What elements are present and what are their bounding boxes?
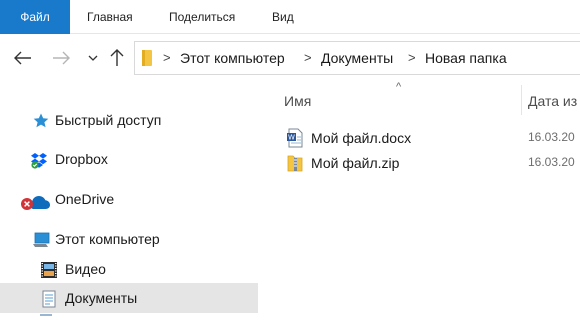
sort-ascending-icon: ^ (396, 81, 402, 93)
sidebar-item-label: Документы (65, 290, 138, 306)
column-header-date[interactable]: Дата из (528, 93, 577, 109)
column-headers: ^ Имя Дата из (258, 81, 580, 119)
star-icon (33, 113, 49, 128)
file-name[interactable]: Мой файл.zip (311, 155, 399, 171)
sidebar-item-label: OneDrive (55, 191, 115, 207)
folder-icon (142, 50, 152, 66)
file-date: 16.03.20 (528, 155, 575, 169)
navigation-pane: Быстрый доступ Dropbox OneDrive Этот ком… (0, 81, 258, 320)
sidebar-item-partial (40, 314, 52, 320)
chevron-down-icon (88, 55, 98, 61)
navigation-bar: > Этот компьютер > Документы > Новая пап… (0, 35, 580, 81)
sidebar-item-label: Видео (65, 261, 106, 277)
svg-text:W: W (288, 134, 295, 142)
sidebar-item-label: Dropbox (55, 151, 108, 167)
onedrive-cloud-error-icon (21, 196, 50, 210)
sidebar-item-quick-access[interactable]: Быстрый доступ (0, 105, 258, 135)
back-button[interactable] (10, 45, 36, 71)
computer-icon (33, 232, 50, 247)
documents-folder-icon (42, 290, 56, 308)
sidebar-item-video[interactable]: Видео (0, 254, 258, 284)
arrow-right-icon (53, 51, 70, 65)
sidebar-item-label: Этот компьютер (55, 231, 160, 247)
sidebar-item-this-pc[interactable]: Этот компьютер (0, 224, 258, 254)
recent-locations-button[interactable] (84, 45, 102, 71)
forward-button[interactable] (48, 45, 74, 71)
tab-share[interactable]: Поделиться (169, 0, 235, 34)
column-header-name[interactable]: Имя (284, 93, 311, 109)
breadcrumb-this-pc[interactable]: Этот компьютер (180, 50, 285, 66)
zip-file-icon (287, 155, 303, 172)
breadcrumb-separator[interactable]: > (304, 50, 312, 65)
breadcrumb-separator[interactable]: > (408, 50, 416, 65)
column-divider[interactable] (521, 85, 522, 115)
video-folder-icon (41, 262, 57, 278)
file-name[interactable]: Мой файл.docx (311, 130, 411, 146)
breadcrumb-documents[interactable]: Документы (321, 50, 393, 66)
tab-file[interactable]: Файл (0, 0, 70, 34)
breadcrumb-separator[interactable]: > (163, 50, 171, 65)
arrow-up-icon (110, 49, 124, 66)
ribbon-tabs: Файл Главная Поделиться Вид (0, 0, 580, 34)
tab-home[interactable]: Главная (87, 0, 133, 34)
sidebar-item-label: Быстрый доступ (55, 112, 162, 128)
sidebar-item-documents[interactable]: Документы (0, 283, 258, 313)
docx-file-icon: W (287, 128, 303, 148)
sidebar-item-onedrive[interactable]: OneDrive (0, 184, 258, 214)
tab-view[interactable]: Вид (272, 0, 294, 34)
file-list: ^ Имя Дата из W Мой файл.docx 16.03.20 М… (258, 81, 580, 320)
up-button[interactable] (105, 45, 129, 71)
file-row[interactable]: W Мой файл.docx 16.03.20 (258, 127, 580, 149)
file-row[interactable]: Мой файл.zip 16.03.20 (258, 152, 580, 174)
dropbox-icon (31, 153, 47, 169)
sidebar-item-dropbox[interactable]: Dropbox (0, 144, 258, 174)
breadcrumb-new-folder[interactable]: Новая папка (425, 50, 507, 66)
arrow-left-icon (14, 51, 31, 65)
file-date: 16.03.20 (528, 130, 575, 144)
address-bar[interactable]: > Этот компьютер > Документы > Новая пап… (134, 41, 580, 75)
